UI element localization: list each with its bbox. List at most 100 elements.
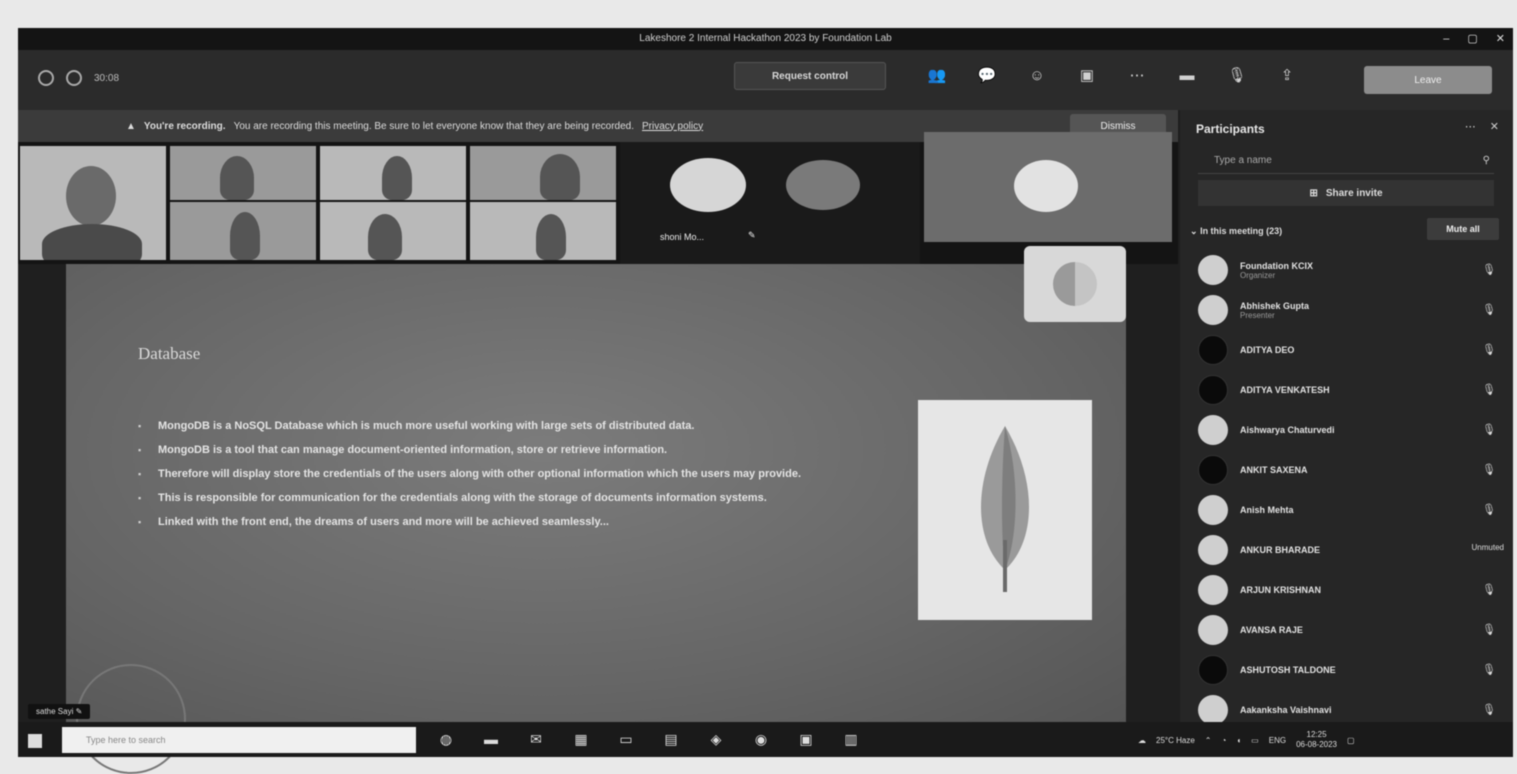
rooms-icon[interactable]: ▣ [1073,64,1101,88]
recording-icon: ▲ [126,120,136,132]
participant-video [42,224,142,260]
weather-text[interactable]: 25°C Haze [1156,736,1195,745]
avatar [1198,575,1228,605]
participant-name: ARJUN KRISHNAN [1240,585,1322,595]
share-icon[interactable]: ⇪ [1273,64,1301,88]
participant-name: AVANSA RAJE [1240,625,1303,635]
video-tile[interactable] [320,146,466,200]
close-button[interactable]: ✕ [1496,28,1505,50]
notification-icon[interactable]: ▢ [1347,736,1355,745]
photos-icon[interactable]: ▤ [657,728,685,750]
slide-bullet: MongoDB is a NoSQL Database which is muc… [136,416,856,436]
video-tile[interactable] [320,202,466,260]
pin-icon[interactable]: ✎ [748,230,756,241]
weather-icon[interactable]: ☁ [1138,736,1146,745]
participant-row[interactable]: ARJUN KRISHNAN 🎙 [1198,570,1504,610]
meeting-toolbar: 30:08 Request control 👥 💬 ☺ ▣ ⋯ ▬ 🎙 ⇪ Le… [18,50,1513,110]
battery-icon[interactable]: ▭ [1251,736,1259,745]
audio-tile[interactable]: shoni Mo... ✎ [620,142,920,264]
privacy-policy-link[interactable]: Privacy policy [642,121,703,132]
participant-row[interactable]: AVANSA RAJE 🎙 [1198,610,1504,650]
more-icon[interactable]: ⋯ [1123,64,1151,88]
participant-video [220,156,254,200]
slide-title: Database [138,344,201,363]
store-icon[interactable]: ▦ [567,728,595,750]
file-explorer-icon[interactable]: ▬ [477,728,505,750]
language-icon[interactable]: ENG [1269,736,1286,745]
mic-icon: 🎙 [1482,504,1496,516]
mic-icon[interactable]: 🎙 [1223,64,1251,88]
participant-search-input[interactable]: Type a name ⚲ [1198,148,1494,174]
leave-button[interactable]: Leave [1364,66,1492,94]
avatar [1198,375,1228,405]
participant-name: Abhishek Gupta [1240,300,1310,311]
video-tile[interactable] [470,146,616,200]
camera-icon[interactable]: ▬ [1173,64,1201,88]
participants-panel: Participants ⋯ ✕ Type a name ⚲ ⊞ Share i… [1180,110,1513,725]
app-icon[interactable]: ▣ [792,728,820,750]
maximize-button[interactable]: ▢ [1467,28,1477,50]
volume-icon[interactable]: ◖ [1236,736,1241,745]
mic-icon: 🎙 [1482,624,1496,636]
mic-icon: 🎙 [1482,304,1496,316]
request-control-button[interactable]: Request control [734,62,886,90]
more-options-icon[interactable]: ⋯ [1465,120,1476,133]
in-meeting-header[interactable]: ⌄ In this meeting (23) [1190,226,1282,237]
presenter-icon [1053,262,1097,306]
mic-icon: 🎙 [1482,584,1496,596]
share-preview[interactable] [1024,246,1126,322]
task-view-icon[interactable]: ◍ [432,728,460,750]
participant-row[interactable]: ASHUTOSH TALDONE 🎙 [1198,650,1504,690]
chevron-up-icon[interactable]: ⌃ [1205,736,1212,745]
share-invite-button[interactable]: ⊞ Share invite [1198,180,1494,206]
folder-icon[interactable]: ▭ [612,728,640,750]
avatar [1198,335,1228,365]
taskbar-search-input[interactable]: Type here to search [62,727,416,753]
toolbar-actions: 👥 💬 ☺ ▣ ⋯ ▬ 🎙 ⇪ [923,64,1301,88]
chat-icon[interactable]: 💬 [973,64,1001,88]
participant-name: ASHUTOSH TALDONE [1240,665,1336,675]
teams-icon[interactable]: ◈ [702,728,730,750]
video-gallery: shoni Mo... ✎ [18,132,1178,264]
video-tile[interactable] [20,146,166,260]
wifi-icon[interactable]: ◔ [1221,736,1226,745]
presenter-label: sathe Sayi ✎ [28,704,91,719]
window-titlebar: Lakeshore 2 Internal Hackathon 2023 by F… [18,28,1513,50]
participant-name-block: Abhishek Gupta Presenter [1240,301,1309,320]
clock[interactable]: 12:25 06-08-2023 [1296,730,1337,750]
minimize-button[interactable]: – [1443,28,1449,50]
pen-icon: ✎ [75,707,83,716]
reactions-icon[interactable]: ☺ [1023,64,1051,88]
participant-row[interactable]: ADITYA VENKATESH 🎙 [1198,370,1504,410]
mail-icon[interactable]: ✉ [522,728,550,750]
participant-video [230,212,260,260]
mute-all-button[interactable]: Mute all [1427,218,1499,240]
avatar [1198,495,1228,525]
slide-bullet: Linked with the front end, the dreams of… [136,512,856,532]
participant-row[interactable]: ANKIT SAXENA 🎙 [1198,450,1504,490]
participant-name: ADITYA DEO [1240,345,1295,355]
app-icon[interactable]: ▥ [837,728,865,750]
participant-row[interactable]: Anish Mehta 🎙 [1198,490,1504,530]
search-icon[interactable]: ⚲ [1483,148,1490,174]
chrome-icon[interactable]: ◉ [747,728,775,750]
audio-tile[interactable] [924,132,1172,242]
video-tile[interactable] [470,202,616,260]
participant-row[interactable]: Aishwarya Chaturvedi 🎙 [1198,410,1504,450]
shield-icon[interactable] [38,70,54,86]
people-icon[interactable]: 👥 [923,64,951,88]
video-tile[interactable] [170,202,316,260]
mic-icon: 🎙 [1482,424,1496,436]
participant-row[interactable]: Abhishek Gupta Presenter 🎙 [1198,290,1504,330]
participant-row[interactable]: ANKUR BHARADE Unmuted [1198,530,1504,570]
close-icon[interactable]: ✕ [1490,120,1499,133]
system-tray: ☁ 25°C Haze ⌃ ◔ ◖ ▭ ENG 12:25 06-08-2023… [1138,730,1355,750]
windows-start-icon[interactable] [28,734,42,748]
panel-controls: ⋯ ✕ [1465,120,1499,133]
avatar [1198,535,1228,565]
video-tile[interactable] [170,146,316,200]
participant-row[interactable]: Foundation KCIX Organizer 🎙 [1198,250,1504,290]
participant-row[interactable]: ADITYA DEO 🎙 [1198,330,1504,370]
presentation-slide: Database MongoDB is a NoSQL Database whi… [66,264,1126,774]
avatar [1198,415,1228,445]
